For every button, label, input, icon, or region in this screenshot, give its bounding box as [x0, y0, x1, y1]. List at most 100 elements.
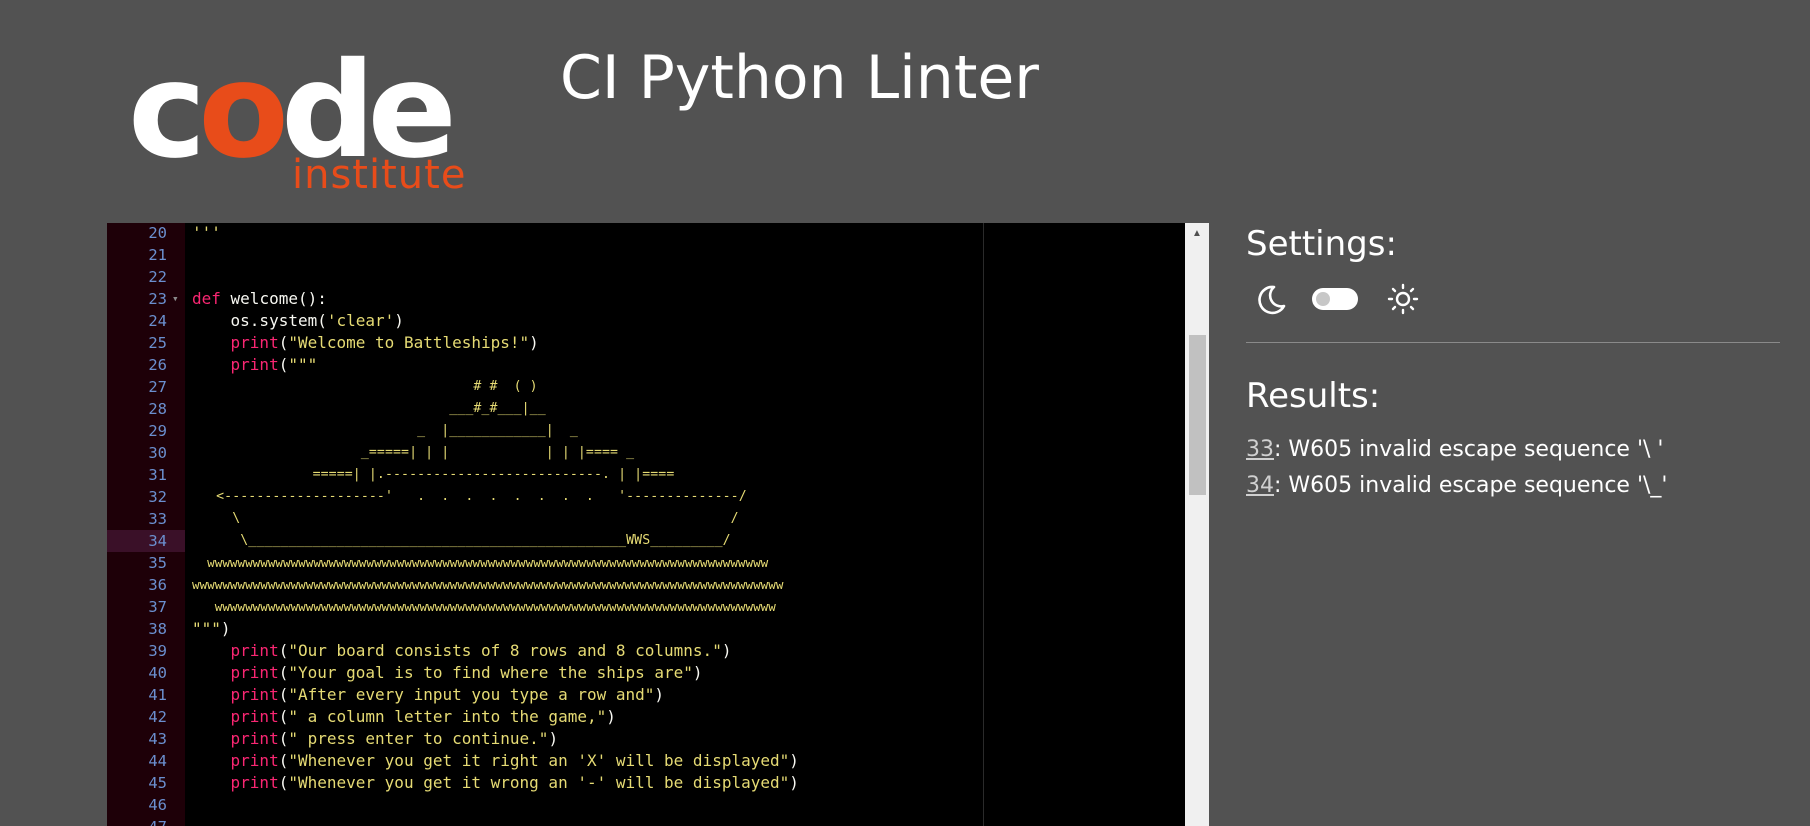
code-text: \_______________________________________… — [192, 533, 731, 548]
theme-toggle[interactable] — [1312, 288, 1358, 310]
code-line[interactable]: 24 os.system('clear') — [107, 310, 1185, 332]
line-number: 30 — [148, 444, 167, 462]
code-line[interactable]: 40 print("Your goal is to find where the… — [107, 662, 1185, 684]
code-text: print("Whenever you get it wrong an '-' … — [230, 773, 799, 792]
code-line[interactable]: 29 _ |____________| _ — [107, 420, 1185, 442]
editor-scrollbar[interactable]: ▲ — [1185, 223, 1209, 826]
code-line[interactable]: 21 — [107, 244, 1185, 266]
line-number-cell: 28 — [107, 398, 185, 420]
line-number: 39 — [148, 642, 167, 660]
fold-arrow-icon[interactable]: ▾ — [172, 288, 179, 310]
line-number-cell: 32 — [107, 486, 185, 508]
result-line-link[interactable]: 34 — [1246, 473, 1274, 498]
settings-title: Settings: — [1246, 224, 1397, 264]
code-text: def welcome(): — [192, 289, 327, 308]
code-line[interactable]: 45 print("Whenever you get it wrong an '… — [107, 772, 1185, 794]
code-text: print("After every input you type a row … — [230, 685, 665, 704]
code-text: ''' — [192, 223, 221, 242]
page-title: CI Python Linter — [560, 43, 1039, 113]
scroll-thumb[interactable] — [1189, 335, 1206, 495]
line-number-cell: 26 — [107, 354, 185, 376]
scroll-up-icon[interactable]: ▲ — [1185, 225, 1209, 243]
code-line[interactable]: 47 — [107, 816, 1185, 826]
line-number: 40 — [148, 664, 167, 682]
line-number: 34 — [148, 532, 167, 550]
line-number: 46 — [148, 796, 167, 814]
code-line[interactable]: 22 — [107, 266, 1185, 288]
line-number: 33 — [148, 510, 167, 528]
line-number-cell: 45 — [107, 772, 185, 794]
code-text: ___#_#___|__ — [192, 401, 546, 416]
result-line-link[interactable]: 33 — [1246, 437, 1274, 462]
code-line[interactable]: 44 print("Whenever you get it right an '… — [107, 750, 1185, 772]
code-line[interactable]: 30 _=====| | | | | |==== _ — [107, 442, 1185, 464]
code-editor[interactable]: 20 ''' 21 22 23 ▾ def welcome(): 24 os.system('… — [107, 223, 1209, 826]
result-item: 33: W605 invalid escape sequence '\ ' — [1246, 432, 1667, 468]
line-number: 29 — [148, 422, 167, 440]
line-number-cell: 43 — [107, 728, 185, 750]
theme-toggle-row — [1246, 280, 1446, 316]
line-number: 25 — [148, 334, 167, 352]
line-number-cell: 30 — [107, 442, 185, 464]
code-line[interactable]: 33 \ / — [107, 508, 1185, 530]
line-number-cell: 41 — [107, 684, 185, 706]
code-line[interactable]: 42 print(" a column letter into the game… — [107, 706, 1185, 728]
code-line[interactable]: 26 print(""" — [107, 354, 1185, 376]
divider — [1246, 342, 1780, 343]
line-number-cell: 37 — [107, 596, 185, 618]
code-text: print("Your goal is to find where the sh… — [230, 663, 703, 682]
results-title: Results: — [1246, 376, 1381, 416]
code-line[interactable]: 46 — [107, 794, 1185, 816]
code-line[interactable]: 39 print("Our board consists of 8 rows a… — [107, 640, 1185, 662]
code-text: wwwwwwwwwwwwwwwwwwwwwwwwwwwwwwwwwwwwwwww… — [192, 555, 769, 570]
code-text: print("Our board consists of 8 rows and … — [230, 641, 732, 660]
line-number: 44 — [148, 752, 167, 770]
toggle-knob — [1316, 292, 1330, 306]
line-number: 41 — [148, 686, 167, 704]
code-text: \ / — [192, 511, 739, 526]
line-number: 32 — [148, 488, 167, 506]
line-number: 26 — [148, 356, 167, 374]
code-line[interactable]: 28 ___#_#___|__ — [107, 398, 1185, 420]
code-text: print(" press enter to continue.") — [230, 729, 559, 748]
code-line[interactable]: 41 print("After every input you type a r… — [107, 684, 1185, 706]
line-number-cell: 44 — [107, 750, 185, 772]
line-number: 27 — [148, 378, 167, 396]
code-line[interactable]: 31 =====| |.---------------------------.… — [107, 464, 1185, 486]
code-line[interactable]: 37 wwwwwwwwwwwwwwwwwwwwwwwwwwwwwwwwwwwww… — [107, 596, 1185, 618]
code-line[interactable]: 34 \____________________________________… — [107, 530, 1185, 552]
line-number-cell: 35 — [107, 552, 185, 574]
code-line[interactable]: 36 wwwwwwwwwwwwwwwwwwwwwwwwwwwwwwwwwwwwww… — [107, 574, 1185, 596]
line-number: 37 — [148, 598, 167, 616]
code-text: _=====| | | | | |==== _ — [192, 445, 635, 460]
code-line[interactable]: 32 <--------------------' . . . . . . . … — [107, 486, 1185, 508]
result-message: : W605 invalid escape sequence '\ ' — [1274, 437, 1664, 462]
line-number-cell: 27 — [107, 376, 185, 398]
line-number-cell: 40 — [107, 662, 185, 684]
line-number-cell: 25 — [107, 332, 185, 354]
line-number-cell: 42 — [107, 706, 185, 728]
line-number-cell: 46 — [107, 794, 185, 816]
code-line[interactable]: 25 print("Welcome to Battleships!") — [107, 332, 1185, 354]
code-line[interactable]: 27 # # ( ) — [107, 376, 1185, 398]
line-number: 42 — [148, 708, 167, 726]
line-number: 36 — [148, 576, 167, 594]
code-line[interactable]: 43 print(" press enter to continue.") — [107, 728, 1185, 750]
result-message: : W605 invalid escape sequence '\_' — [1274, 473, 1668, 498]
line-number-cell: 33 — [107, 508, 185, 530]
line-number: 45 — [148, 774, 167, 792]
line-number-cell: 31 — [107, 464, 185, 486]
line-number: 43 — [148, 730, 167, 748]
line-number: 35 — [148, 554, 167, 572]
code-line[interactable]: 23 ▾ def welcome(): — [107, 288, 1185, 310]
code-line[interactable]: 38 """) — [107, 618, 1185, 640]
line-number: 22 — [148, 268, 167, 286]
line-number: 21 — [148, 246, 167, 264]
line-number: 28 — [148, 400, 167, 418]
code-text: """) — [192, 619, 231, 638]
code-line[interactable]: 20 ''' — [107, 223, 1185, 244]
code-line[interactable]: 35 wwwwwwwwwwwwwwwwwwwwwwwwwwwwwwwwwwwww… — [107, 552, 1185, 574]
line-number-cell: 36 — [107, 574, 185, 596]
line-number-cell: 29 — [107, 420, 185, 442]
line-number-cell: 23 ▾ — [107, 288, 185, 310]
